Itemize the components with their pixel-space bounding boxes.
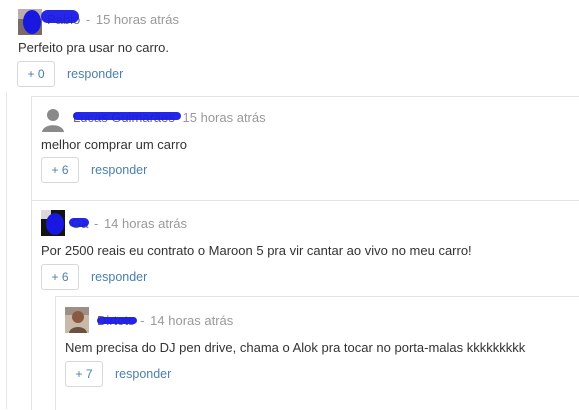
- author-name[interactable]: Dirtots: [97, 313, 138, 328]
- timestamp[interactable]: 15 horas atrás: [183, 110, 266, 125]
- comment-header: Lucas Guimarães 15 horas atrás: [73, 110, 266, 125]
- author-name[interactable]: Lucas Guimarães: [73, 110, 181, 125]
- reply-link[interactable]: responder: [91, 163, 147, 177]
- upvote-button[interactable]: + 6: [41, 264, 79, 290]
- timestamp[interactable]: 15 horas atrás: [96, 12, 179, 27]
- timestamp[interactable]: 14 horas atrás: [104, 216, 187, 231]
- upvote-button[interactable]: + 0: [17, 61, 55, 87]
- comment-text: Nem precisa do DJ pen drive, chama o Alo…: [65, 340, 526, 355]
- upvote-button[interactable]: + 7: [65, 361, 103, 387]
- avatar[interactable]: [41, 106, 65, 132]
- author-name[interactable]: Ga: [69, 216, 92, 231]
- separator: -: [140, 313, 145, 328]
- comment-header: Pablo - 15 horas atrás: [41, 10, 179, 27]
- avatar[interactable]: [65, 307, 89, 333]
- redaction-mark: [73, 112, 181, 120]
- comment-text: Por 2500 reais eu contrato o Maroon 5 pr…: [41, 243, 472, 258]
- comment-header: Ga - 14 horas atrás: [69, 216, 187, 231]
- author-name[interactable]: Pablo: [41, 10, 84, 27]
- redaction-mark: [97, 317, 137, 324]
- comment-header: Dirtots - 14 horas atrás: [97, 313, 233, 328]
- comment-text: Perfeito pra usar no carro.: [18, 40, 170, 55]
- upvote-button[interactable]: + 6: [41, 157, 79, 183]
- separator: -: [93, 216, 99, 231]
- reply-link[interactable]: responder: [115, 367, 171, 381]
- avatar[interactable]: [18, 9, 42, 35]
- reply-link[interactable]: responder: [67, 67, 123, 81]
- separator: -: [85, 12, 91, 27]
- thread-line-root: [6, 92, 7, 409]
- timestamp[interactable]: 14 horas atrás: [150, 313, 233, 328]
- comment-text: melhor comprar um carro: [41, 137, 187, 152]
- reply-link[interactable]: responder: [91, 270, 147, 284]
- redaction-mark: [41, 10, 79, 23]
- redaction-mark: [69, 218, 89, 227]
- avatar[interactable]: [41, 210, 65, 236]
